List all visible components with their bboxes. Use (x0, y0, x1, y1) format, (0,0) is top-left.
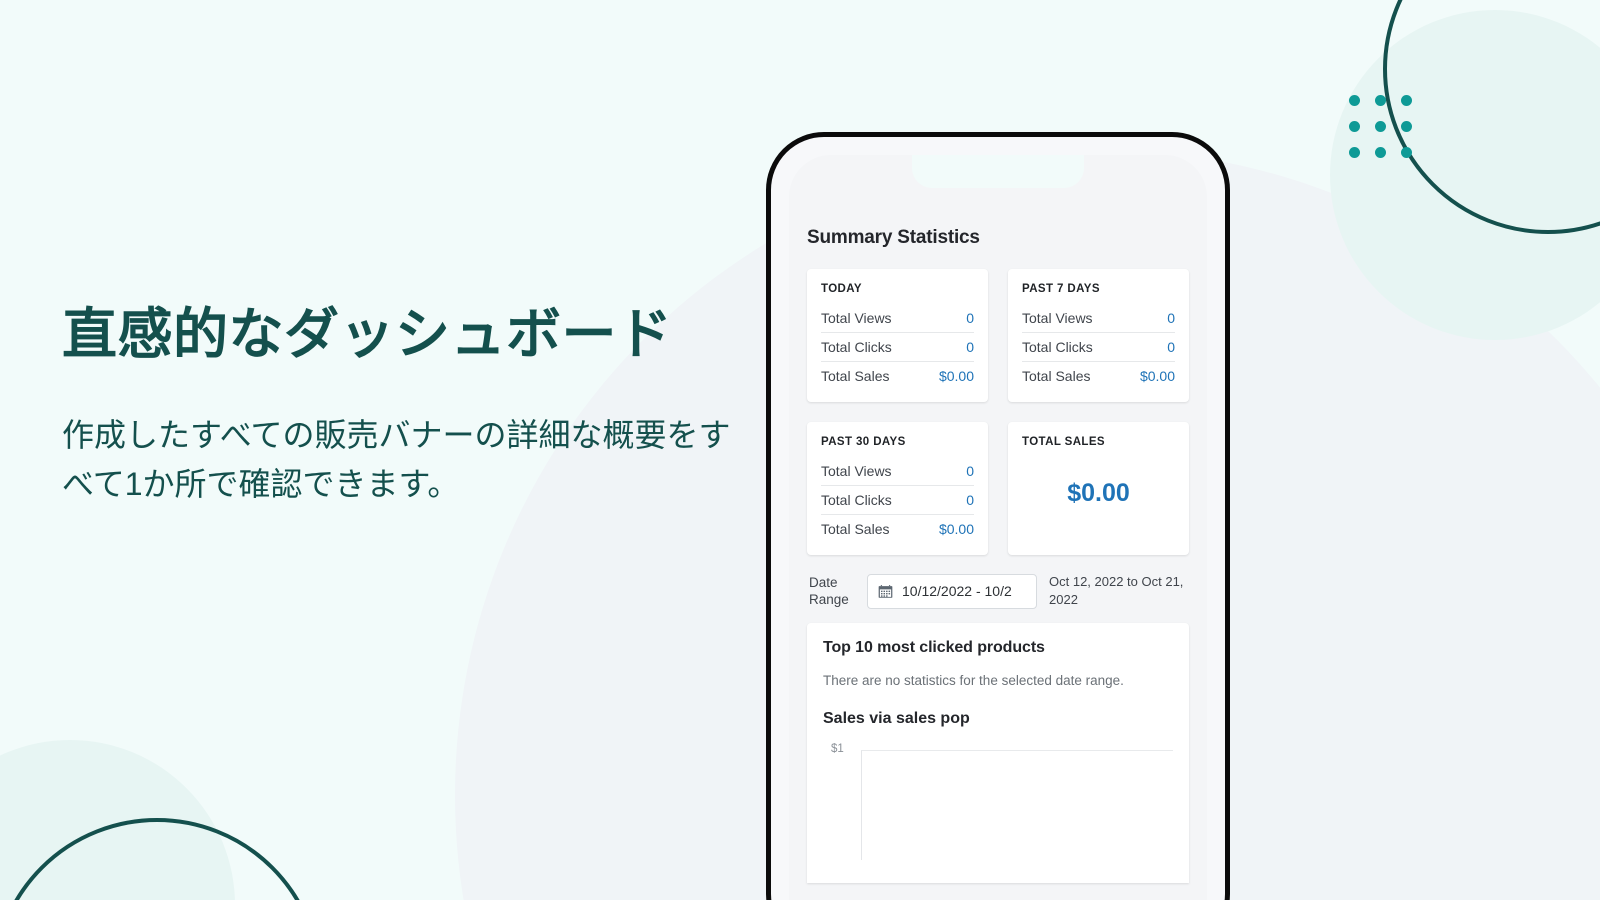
stat-label: Total Clicks (821, 492, 892, 508)
stat-card-total-sales: TOTAL SALES $0.00 (1008, 422, 1189, 555)
grid-dot (1349, 121, 1360, 132)
date-range-label: Date Range (809, 574, 849, 608)
grid-dot (1401, 121, 1412, 132)
sales-chart: $1 (823, 743, 1173, 861)
chart-plot-area (861, 750, 1173, 861)
stat-card-title: TODAY (821, 283, 862, 295)
stat-cards-grid: TODAY Total Views 0 Total Clicks 0 Total… (807, 269, 1189, 555)
stat-label: Total Clicks (1022, 339, 1093, 355)
stat-card-title: PAST 30 DAYS (821, 436, 906, 448)
stat-row: Total Sales $0.00 (1022, 362, 1175, 390)
stat-card-title: TOTAL SALES (1022, 436, 1105, 448)
grid-dot (1349, 95, 1360, 106)
top-products-heading: Top 10 most clicked products (823, 639, 1045, 657)
grid-dot (1375, 121, 1386, 132)
reports-panel: Top 10 most clicked products There are n… (807, 623, 1189, 884)
top-products-empty-message: There are no statistics for the selected… (823, 673, 1124, 689)
grid-dot (1375, 95, 1386, 106)
phone-mockup: Summary Statistics TODAY Total Views 0 T… (766, 132, 1230, 900)
stat-row: Total Clicks 0 (821, 486, 974, 515)
stat-value: 0 (966, 492, 974, 508)
stat-row: Total Clicks 0 (821, 333, 974, 362)
stat-label: Total Views (821, 463, 892, 479)
stat-label: Total Clicks (821, 339, 892, 355)
grid-dot (1375, 147, 1386, 158)
grid-dot (1401, 95, 1412, 106)
summary-statistics-heading: Summary Statistics (807, 227, 980, 248)
stat-value: 0 (966, 339, 974, 355)
date-range-input-value: 10/12/2022 - 10/2 (902, 583, 1012, 600)
total-sales-amount: $0.00 (1067, 478, 1130, 507)
stat-label: Total Sales (821, 368, 890, 384)
calendar-icon (878, 584, 893, 598)
stat-card-today: TODAY Total Views 0 Total Clicks 0 Total… (807, 269, 988, 402)
stat-value: 0 (966, 310, 974, 326)
stat-label: Total Views (1022, 310, 1093, 326)
stat-row: Total Sales $0.00 (821, 515, 974, 543)
stat-label: Total Views (821, 310, 892, 326)
stat-row: Total Views 0 (821, 304, 974, 333)
grid-dot (1349, 147, 1360, 158)
stat-value: 0 (966, 463, 974, 479)
stat-value: 0 (1167, 339, 1175, 355)
stat-value: $0.00 (938, 368, 974, 384)
stat-value: $0.00 (1139, 368, 1175, 384)
stat-card-past-30-days: PAST 30 DAYS Total Views 0 Total Clicks … (807, 422, 988, 555)
sales-chart-heading: Sales via sales pop (823, 710, 970, 728)
marketing-copy: 直感的なダッシュボード 作成したすべての販売バナーの詳細な概要をすべて1か所で確… (62, 300, 742, 510)
marketing-subcopy: 作成したすべての販売バナーの詳細な概要をすべて1か所で確認できます。 (62, 416, 731, 503)
stat-label: Total Sales (1022, 368, 1091, 384)
page-title: 直感的なダッシュボード (62, 303, 673, 365)
date-range-input[interactable]: 10/12/2022 - 10/2 (867, 573, 1037, 609)
stat-value: $0.00 (938, 521, 974, 537)
stat-value: 0 (1167, 310, 1175, 326)
dot-grid-icon (1349, 95, 1412, 158)
phone-notch (912, 155, 1084, 188)
stat-label: Total Sales (821, 521, 890, 537)
phone-screen: Summary Statistics TODAY Total Views 0 T… (789, 155, 1207, 900)
date-range-resolved-text: Oct 12, 2022 to Oct 21, 2022 (1049, 574, 1184, 608)
date-range-row: Date Range 10/12/2022 - 10/2 Oct 12, 202… (807, 573, 1189, 609)
stat-card-title: PAST 7 DAYS (1022, 283, 1100, 295)
stat-row: Total Sales $0.00 (821, 362, 974, 390)
chart-y-axis-tick-label: $1 (831, 743, 844, 756)
stat-row: Total Views 0 (821, 457, 974, 486)
stat-row: Total Views 0 (1022, 304, 1175, 333)
stat-card-past-7-days: PAST 7 DAYS Total Views 0 Total Clicks 0… (1008, 269, 1189, 402)
stat-row: Total Clicks 0 (1022, 333, 1175, 362)
grid-dot (1401, 147, 1412, 158)
